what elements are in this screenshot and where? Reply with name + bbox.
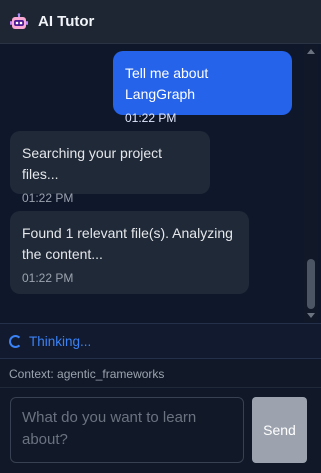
ai-message: Found 1 relevant file(s). Analyzing the …: [10, 211, 249, 294]
ai-message: Searching your project files... 01:22 PM: [10, 131, 210, 205]
spinner-icon: [9, 334, 22, 348]
thinking-label: Thinking...: [29, 333, 92, 349]
app-title: AI Tutor: [38, 13, 95, 30]
message-text: Tell me about LangGraph: [125, 65, 209, 102]
scroll-thumb[interactable]: [307, 259, 315, 309]
robot-icon: [10, 12, 28, 29]
message-timestamp: 01:22 PM: [22, 271, 74, 285]
context-label: Context: agentic_frameworks: [0, 360, 321, 388]
message-timestamp: 01:22 PM: [22, 191, 74, 205]
send-button[interactable]: Send: [252, 397, 307, 463]
user-message: Tell me about LangGraph 01:22 PM: [113, 51, 292, 125]
message-input[interactable]: [10, 397, 244, 463]
message-timestamp: 01:22 PM: [125, 111, 177, 125]
message-text: Searching your project files...: [22, 145, 163, 182]
chat-scrollbar[interactable]: [304, 45, 318, 322]
message-text: Found 1 relevant file(s). Analyzing the …: [22, 225, 233, 262]
composer: Send: [0, 389, 321, 473]
thinking-indicator: Thinking...: [0, 323, 321, 359]
app-header: AI Tutor: [0, 0, 321, 44]
chat-history[interactable]: Tell me about LangGraph 01:22 PM Searchi…: [0, 45, 321, 322]
scroll-down-icon[interactable]: [307, 313, 315, 318]
scroll-up-icon[interactable]: [307, 49, 315, 54]
